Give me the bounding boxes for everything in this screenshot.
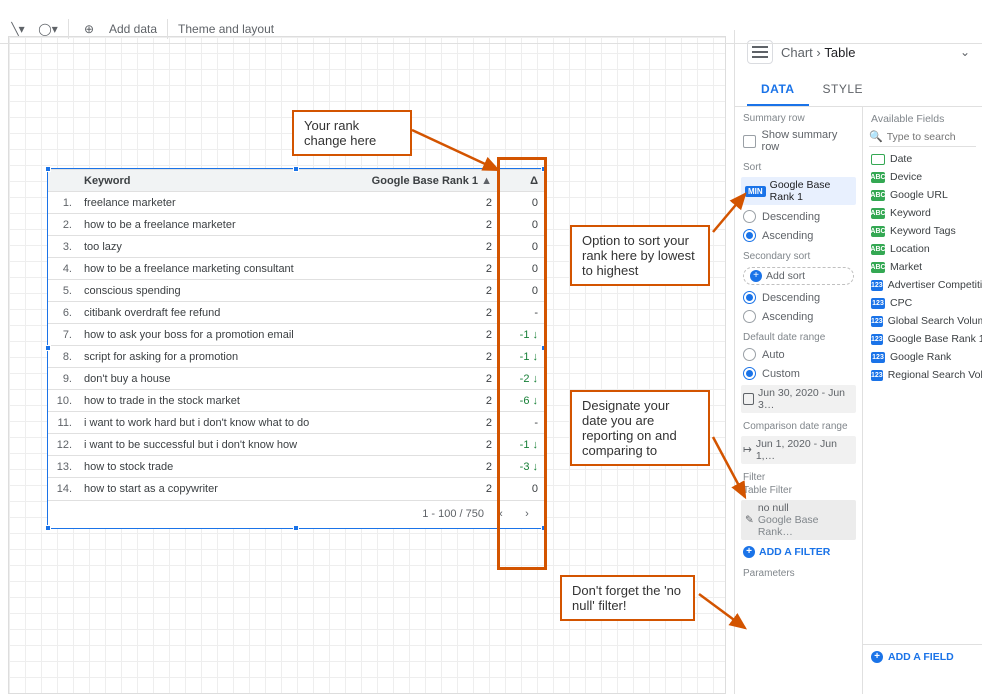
callout-filter: Don't forget the 'no null' filter! [560, 575, 695, 621]
field-item[interactable]: ABCKeyword Tags [863, 222, 982, 240]
sort-descending[interactable]: Descending [735, 207, 862, 226]
sort-field-pill[interactable]: MINGoogle Base Rank 1 [741, 177, 856, 205]
table-row[interactable]: 11.i want to work hard but i don't know … [48, 412, 544, 434]
field-item[interactable]: 123Global Search Volume [863, 312, 982, 330]
checkbox-icon [743, 135, 756, 148]
data-config: Summary row Show summary row Sort MINGoo… [735, 107, 863, 694]
date-range-picker[interactable]: Jun 30, 2020 - Jun 3… [741, 385, 856, 413]
search-icon: 🔍 [869, 130, 883, 143]
table-row[interactable]: 1.freelance marketer20 [48, 192, 544, 214]
table-row[interactable]: 13.how to stock trade2-3 ↓ [48, 456, 544, 478]
table-row[interactable]: 4.how to be a freelance marketing consul… [48, 258, 544, 280]
tab-style[interactable]: STYLE [809, 74, 878, 106]
table-row[interactable]: 14.how to start as a copywriter20 [48, 478, 544, 500]
date-auto[interactable]: Auto [735, 345, 862, 364]
field-item[interactable]: ABCKeyword [863, 204, 982, 222]
field-item[interactable]: ABCDevice [863, 168, 982, 186]
table-pager: 1 - 100 / 750 ‹ › [48, 500, 544, 528]
sort-ascending[interactable]: Ascending [735, 226, 862, 245]
add-data-icon[interactable]: ⊕ [79, 19, 99, 39]
field-item[interactable]: 123Advertiser Competition [863, 276, 982, 294]
field-item[interactable]: Date [863, 150, 982, 168]
table-row[interactable]: 7.how to ask your boss for a promotion e… [48, 324, 544, 346]
field-search[interactable]: 🔍 [869, 130, 976, 147]
line-tool-icon[interactable]: ╲▾ [8, 19, 28, 39]
table-row[interactable]: 9.don't buy a house2-2 ↓ [48, 368, 544, 390]
field-item[interactable]: 123CPC [863, 294, 982, 312]
sec-descending[interactable]: Descending [735, 288, 862, 307]
top-toolbar: ╲▾ ◯▾ ⊕ Add data Theme and layout [0, 14, 982, 44]
field-item[interactable]: ABCMarket [863, 258, 982, 276]
pencil-icon: ✎ [745, 514, 754, 526]
field-item[interactable]: ABCGoogle URL [863, 186, 982, 204]
field-item[interactable]: 123Google Base Rank 1 [863, 330, 982, 348]
add-secondary-sort[interactable]: +Add sort [743, 267, 854, 285]
table-row[interactable]: 12.i want to be successful but i don't k… [48, 434, 544, 456]
shape-tool-icon[interactable]: ◯▾ [38, 19, 58, 39]
table-row[interactable]: 6.citibank overdraft fee refund2- [48, 302, 544, 324]
calendar-icon [743, 393, 754, 405]
show-summary-row[interactable]: Show summary row [735, 126, 862, 156]
theme-layout-button[interactable]: Theme and layout [178, 22, 274, 36]
table-row[interactable]: 3.too lazy20 [48, 236, 544, 258]
table-row[interactable]: 2.how to be a freelance marketer20 [48, 214, 544, 236]
comparison-range-picker[interactable]: ↦Jun 1, 2020 - Jun 1,… [741, 436, 856, 464]
col-keyword[interactable]: Keyword [78, 170, 358, 192]
field-item[interactable]: 123Regional Search Volu… [863, 366, 982, 384]
field-item[interactable]: ABCLocation [863, 240, 982, 258]
callout-date: Designate your date you are reporting on… [570, 390, 710, 466]
sec-ascending[interactable]: Ascending [735, 307, 862, 326]
chevron-down-icon[interactable]: ⌄ [960, 45, 970, 59]
table-row[interactable]: 5.conscious spending20 [48, 280, 544, 302]
filter-chip[interactable]: ✎no nullGoogle Base Rank… [741, 500, 856, 540]
table-row[interactable]: 8.script for asking for a promotion2-1 ↓ [48, 346, 544, 368]
add-filter-button[interactable]: +ADD A FILTER [735, 542, 862, 562]
table-row[interactable]: 10.how to trade in the stock market2-6 ↓ [48, 390, 544, 412]
highlight-delta-col [497, 157, 547, 570]
field-item[interactable]: 123Google Rank [863, 348, 982, 366]
breadcrumb[interactable]: Chart › Table [781, 45, 855, 60]
date-custom[interactable]: Custom [735, 364, 862, 383]
col-rank[interactable]: Google Base Rank 1 ▲ [358, 170, 498, 192]
add-data-button[interactable]: Add data [109, 22, 157, 36]
tab-data[interactable]: DATA [747, 74, 809, 106]
callout-sort: Option to sort your rank here by lowest … [570, 225, 710, 286]
canvas[interactable]: Keyword Google Base Rank 1 ▲ Δ 1.freelan… [0, 30, 734, 694]
properties-panel: Chart › Table ⌄ DATA STYLE Summary row S… [734, 30, 982, 694]
available-fields: Available Fields 🔍 DateABCDeviceABCGoogl… [863, 107, 982, 694]
callout-rank-change: Your rank change here [292, 110, 412, 156]
table-chart[interactable]: Keyword Google Base Rank 1 ▲ Δ 1.freelan… [47, 168, 545, 529]
add-field-button[interactable]: +ADD A FIELD [863, 644, 982, 669]
